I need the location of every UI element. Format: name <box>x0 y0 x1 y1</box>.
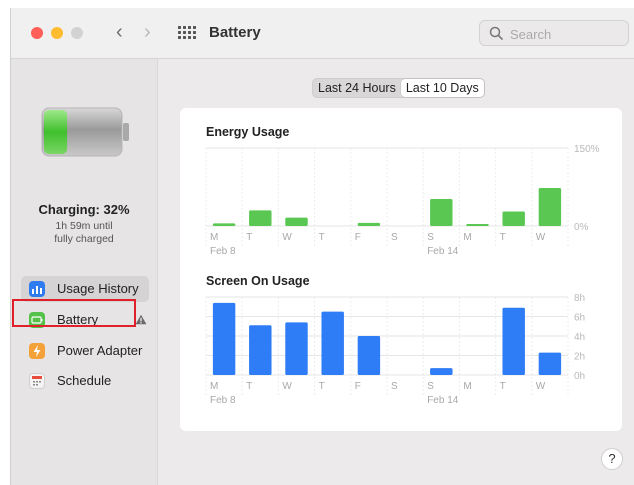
y-tick-label: 6h <box>574 313 585 324</box>
bar <box>466 224 489 226</box>
x-tick-label: M <box>210 381 218 392</box>
bar <box>430 368 453 375</box>
time-remaining: 1h 59m until <box>55 220 113 232</box>
main-content: Last 24 Hours Last 10 Days Energy Usage … <box>158 59 634 485</box>
date-label: Feb 8 <box>210 246 236 257</box>
help-button[interactable]: ? <box>601 448 623 470</box>
search-field[interactable] <box>479 20 629 46</box>
lightning-icon <box>29 343 45 359</box>
x-tick-label: T <box>319 381 325 392</box>
x-tick-label: S <box>427 232 434 243</box>
x-tick-label: T <box>246 232 252 243</box>
usage-panel: Energy Usage 0% 150% M T W T F S S M T W Feb 8 Feb 14… <box>180 108 622 431</box>
show-all-button[interactable] <box>175 22 197 42</box>
bar <box>321 311 344 375</box>
y-tick-label: 0h <box>574 371 585 382</box>
bar <box>212 223 236 226</box>
x-tick-label: S <box>391 232 398 243</box>
x-tick-label: W <box>282 232 292 243</box>
sidebar-item-label: Usage History <box>57 281 139 296</box>
bar <box>212 302 236 375</box>
battery-level-graphic <box>41 107 129 157</box>
settings-window: ‹ › Battery Search Charging: 32% 1h 59m … <box>10 8 634 485</box>
search-input[interactable] <box>508 24 622 44</box>
bar <box>538 352 562 375</box>
x-tick-label: W <box>536 232 546 243</box>
bar <box>285 217 308 226</box>
y-tick-label: 150% <box>574 144 600 155</box>
x-tick-label: T <box>246 381 252 392</box>
date-label: Feb 14 <box>427 395 459 406</box>
date-label: Feb 8 <box>210 395 236 406</box>
title-bar: ‹ › Battery <box>11 8 634 59</box>
search-icon <box>489 26 503 40</box>
x-tick-label: F <box>355 381 361 392</box>
close-button[interactable] <box>31 27 43 39</box>
range-option-24-hours[interactable]: Last 24 Hours <box>313 79 401 97</box>
x-tick-label: W <box>536 381 546 392</box>
bar <box>357 222 381 226</box>
minimize-button[interactable] <box>51 27 63 39</box>
x-tick-label: F <box>355 232 361 243</box>
grid-icon <box>178 26 196 39</box>
x-tick-label: S <box>427 381 434 392</box>
bar <box>285 322 308 375</box>
sidebar-item-label: Schedule <box>57 373 112 388</box>
sidebar: Charging: 32% 1h 59m until fully charged… <box>11 59 158 485</box>
y-tick-label: 2h <box>574 352 585 363</box>
x-tick-label: M <box>463 381 471 392</box>
y-tick-label: 4h <box>574 332 585 343</box>
x-tick-label: M <box>463 232 471 243</box>
x-tick-label: M <box>210 232 218 243</box>
x-tick-label: T <box>500 381 506 392</box>
bar <box>538 188 562 226</box>
bar <box>249 325 272 375</box>
bar <box>502 307 525 375</box>
x-tick-label: S <box>391 381 398 392</box>
bar-chart-icon <box>29 281 45 297</box>
time-range-selector: Last 24 Hours Last 10 Days <box>312 78 485 98</box>
back-button[interactable]: ‹ <box>116 20 123 44</box>
window-title: Battery <box>209 24 261 41</box>
range-option-10-days[interactable]: Last 10 Days <box>400 79 484 97</box>
bar <box>502 211 525 226</box>
y-tick-label: 0% <box>574 222 589 233</box>
chevron-left-icon: ‹ <box>116 21 123 43</box>
x-tick-label: T <box>500 232 506 243</box>
forward-button[interactable]: › <box>144 20 151 44</box>
selection-highlight <box>12 299 136 327</box>
bar <box>430 198 453 226</box>
y-tick-label: 8h <box>574 293 585 304</box>
x-tick-label: W <box>282 381 292 392</box>
bar <box>249 210 272 226</box>
time-remaining-suffix: fully charged <box>54 233 114 245</box>
charging-status: Charging: 32% <box>38 202 130 217</box>
sidebar-item-label: Power Adapter <box>57 343 143 358</box>
zoom-button[interactable] <box>71 27 83 39</box>
chevron-right-icon: › <box>144 21 151 43</box>
sidebar-item-schedule[interactable]: Schedule <box>21 368 149 394</box>
sidebar-item-power-adapter[interactable]: Power Adapter <box>21 338 149 364</box>
x-tick-label: T <box>319 232 325 243</box>
date-label: Feb 14 <box>427 246 459 257</box>
warning-icon <box>135 314 147 325</box>
calendar-icon <box>29 373 45 389</box>
bar <box>357 336 381 375</box>
